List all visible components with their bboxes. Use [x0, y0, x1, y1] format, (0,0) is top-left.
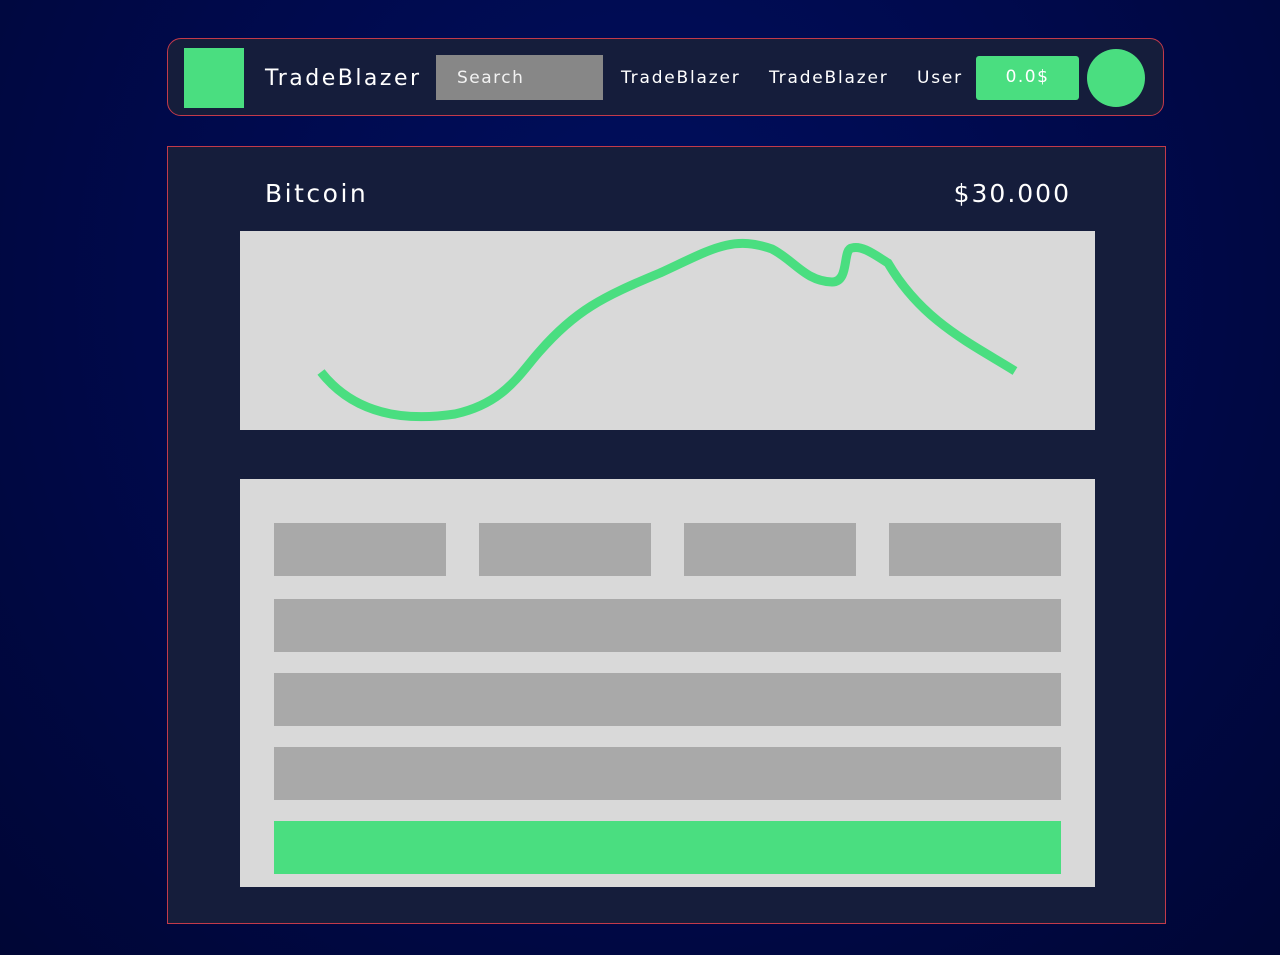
option-block-2[interactable] — [479, 523, 651, 576]
top-navbar: TradeBlazer TradeBlazer TradeBlazer User… — [167, 38, 1164, 116]
form-field-1[interactable] — [274, 599, 1061, 652]
nav-link-user[interactable]: User — [917, 67, 963, 89]
nav-link-tradeblazer-1[interactable]: TradeBlazer — [621, 67, 741, 89]
trade-form — [240, 479, 1095, 887]
coin-name: Bitcoin — [265, 179, 369, 208]
price-chart-graphic — [317, 238, 1018, 422]
coin-price: $30.000 — [953, 179, 1071, 208]
option-block-1[interactable] — [274, 523, 446, 576]
search-input[interactable] — [436, 55, 603, 100]
nav-link-tradeblazer-2[interactable]: TradeBlazer — [769, 67, 889, 89]
price-chart — [240, 231, 1095, 430]
user-avatar[interactable] — [1087, 49, 1145, 107]
option-block-4[interactable] — [889, 523, 1061, 576]
price-line — [317, 238, 1018, 422]
brand-name[interactable]: TradeBlazer — [265, 66, 422, 92]
submit-button[interactable] — [274, 821, 1061, 874]
balance-button[interactable]: 0.0$ — [976, 56, 1079, 100]
coin-panel: Bitcoin $30.000 — [167, 146, 1166, 924]
option-block-3[interactable] — [684, 523, 856, 576]
form-field-2[interactable] — [274, 673, 1061, 726]
form-field-3[interactable] — [274, 747, 1061, 800]
logo-icon[interactable] — [184, 48, 244, 108]
